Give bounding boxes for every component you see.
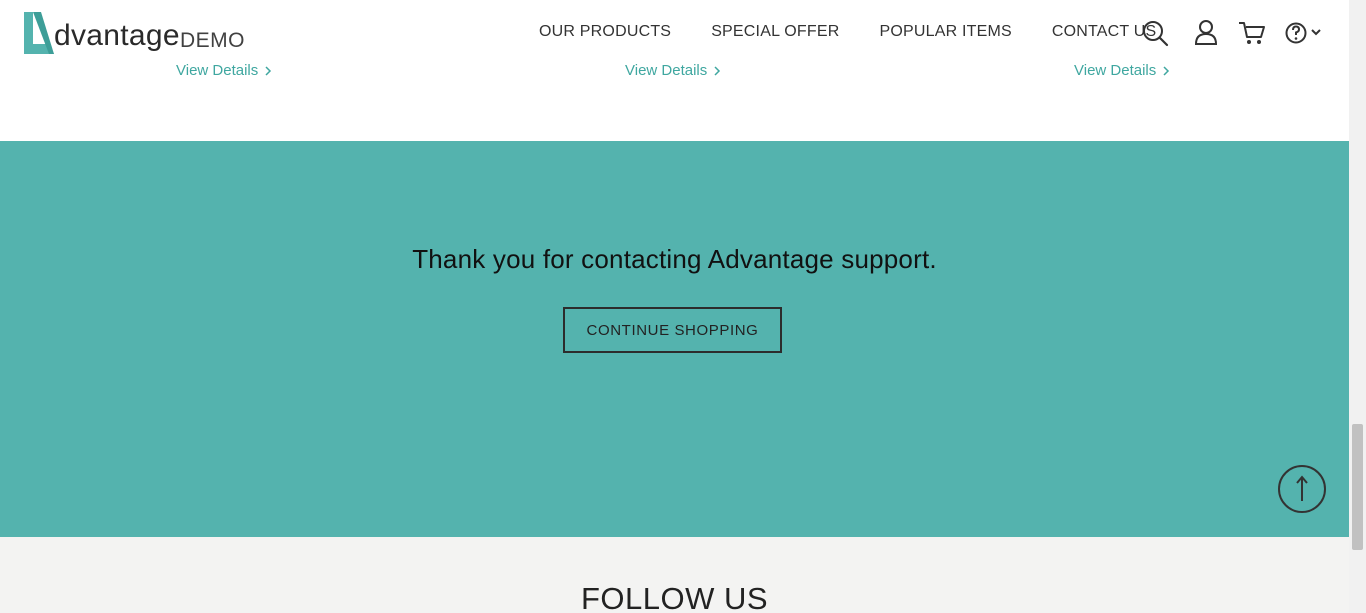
nav-special-offer[interactable]: SPECIAL OFFER xyxy=(711,23,839,41)
page-scrollbar[interactable] xyxy=(1349,0,1366,613)
confirmation-message: Thank you for contacting Advantage suppo… xyxy=(412,244,937,274)
confirmation-section: Thank you for contacting Advantage suppo… xyxy=(0,141,1349,537)
scrollbar-thumb[interactable] xyxy=(1352,424,1363,550)
site-header: dvantage DEMO OUR PRODUCTS SPECIAL OFFER… xyxy=(0,0,1349,66)
cart-icon[interactable] xyxy=(1237,18,1267,48)
search-icon[interactable] xyxy=(1141,18,1171,48)
chevron-down-icon xyxy=(1311,29,1321,36)
view-details-label: View Details xyxy=(1074,62,1157,79)
user-icon[interactable] xyxy=(1191,18,1221,48)
product-links-row: View Details View Details View Details xyxy=(0,62,1349,80)
logo-demo-text: DEMO xyxy=(180,29,245,52)
chevron-right-icon xyxy=(714,65,721,76)
continue-shopping-button[interactable]: CONTINUE SHOPPING xyxy=(563,307,782,353)
view-details-link[interactable]: View Details xyxy=(1074,62,1170,79)
arrow-up-icon xyxy=(1296,475,1308,501)
follow-section: FOLLOW US xyxy=(0,537,1349,613)
nav-our-products[interactable]: OUR PRODUCTS xyxy=(539,23,671,41)
page: dvantage DEMO OUR PRODUCTS SPECIAL OFFER… xyxy=(0,0,1349,613)
scroll-to-top-button[interactable] xyxy=(1278,465,1326,513)
main-nav: OUR PRODUCTS SPECIAL OFFER POPULAR ITEMS… xyxy=(539,23,1156,41)
header-icons xyxy=(1141,18,1327,48)
help-icon[interactable] xyxy=(1283,18,1327,48)
logo-mark-icon xyxy=(24,12,54,54)
chevron-right-icon xyxy=(265,65,272,76)
nav-popular-items[interactable]: POPULAR ITEMS xyxy=(879,23,1011,41)
view-details-label: View Details xyxy=(176,62,259,79)
logo[interactable]: dvantage DEMO xyxy=(22,8,252,56)
follow-title: FOLLOW US xyxy=(580,581,769,613)
chevron-right-icon xyxy=(1163,65,1170,76)
view-details-link[interactable]: View Details xyxy=(625,62,721,79)
logo-text: dvantage xyxy=(54,19,180,52)
view-details-link[interactable]: View Details xyxy=(176,62,272,79)
view-details-label: View Details xyxy=(625,62,708,79)
